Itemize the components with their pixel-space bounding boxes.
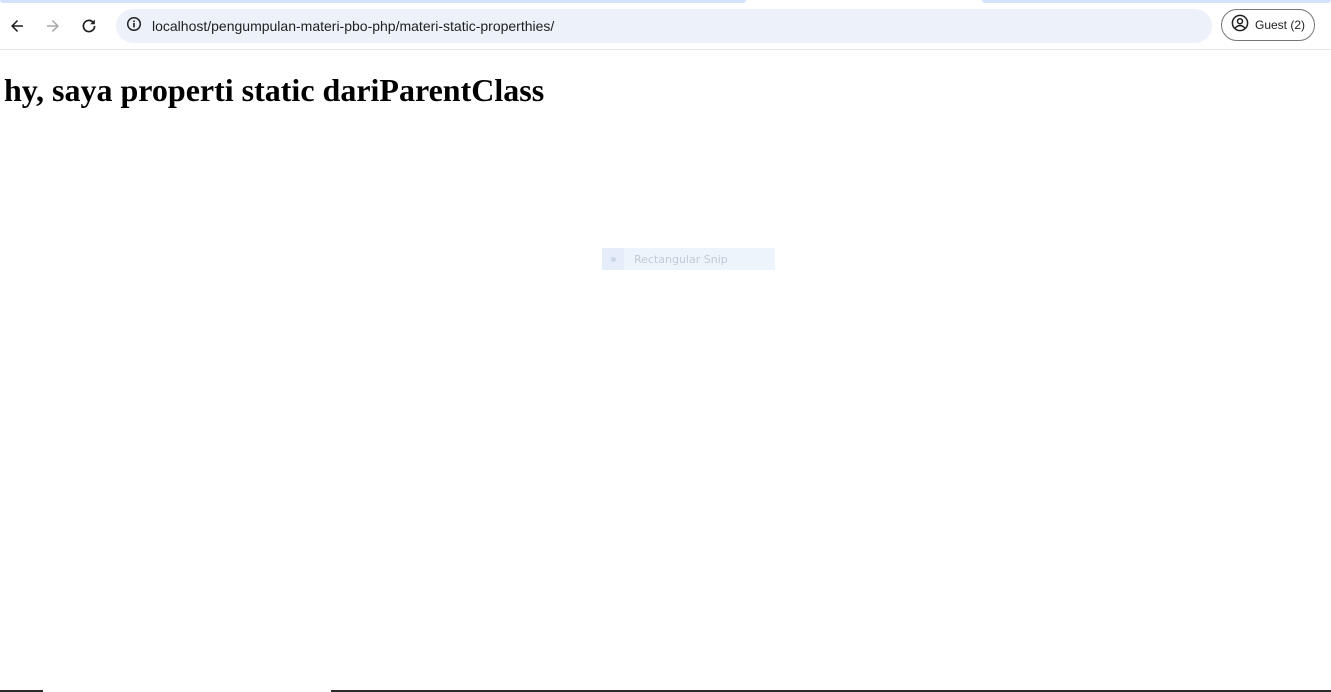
page-heading: hy, saya properti static dariParentClass bbox=[4, 72, 545, 108]
arrow-left-icon bbox=[9, 18, 25, 34]
reload-button[interactable] bbox=[73, 10, 105, 42]
arrow-right-icon bbox=[45, 18, 61, 34]
snip-mode-label: Rectangular Snip bbox=[634, 252, 728, 266]
back-button[interactable] bbox=[1, 10, 33, 42]
snip-mode-selector[interactable]: Rectangular Snip bbox=[602, 248, 775, 270]
url-text[interactable]: localhost/pengumpulan-materi-pbo-php/mat… bbox=[152, 17, 554, 35]
profile-label: Guest (2) bbox=[1255, 18, 1306, 32]
address-bar[interactable]: localhost/pengumpulan-materi-pbo-php/mat… bbox=[116, 9, 1212, 43]
reload-icon bbox=[81, 18, 97, 34]
tab-inactive-right[interactable] bbox=[982, 0, 1331, 3]
info-icon bbox=[126, 16, 142, 37]
account-circle-icon bbox=[1231, 14, 1249, 37]
profile-button[interactable]: Guest (2) bbox=[1221, 9, 1315, 41]
page-content: hy, saya properti static dariParentClass… bbox=[0, 50, 1331, 690]
snip-mode-icon bbox=[602, 248, 624, 270]
forward-button[interactable] bbox=[37, 10, 69, 42]
tab-inactive-left[interactable] bbox=[0, 0, 746, 3]
browser-toolbar: localhost/pengumpulan-materi-pbo-php/mat… bbox=[0, 4, 1331, 50]
site-info-button[interactable] bbox=[122, 14, 146, 38]
